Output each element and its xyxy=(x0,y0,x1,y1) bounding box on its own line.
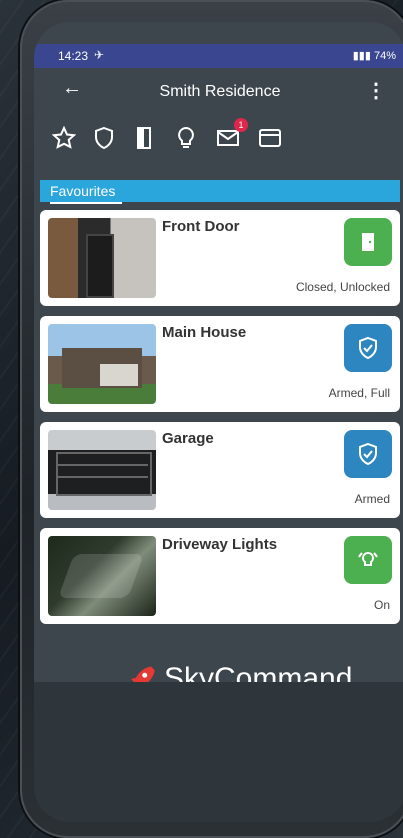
star-icon xyxy=(51,125,77,149)
card-name: Front Door xyxy=(162,218,240,235)
lights-status-button[interactable] xyxy=(344,536,392,584)
card-name: Garage xyxy=(162,430,214,447)
screen: 14:23 ✈ ▮▮▮ 74% ← Smith Residence ⋮ 1 Fa… xyxy=(34,22,403,822)
message-badge: 1 xyxy=(234,118,248,132)
page-title: Smith Residence xyxy=(159,83,281,100)
web-icon xyxy=(259,129,281,147)
shield-check-icon xyxy=(359,442,377,466)
tab-doors[interactable] xyxy=(132,126,156,150)
door-icon xyxy=(137,127,151,149)
card-garage[interactable]: Garage Armed xyxy=(40,422,400,518)
shield-icon xyxy=(95,126,113,150)
status-time: 14:23 xyxy=(58,49,89,63)
status-right: ▮▮▮ 74% xyxy=(353,49,396,62)
bulb-icon xyxy=(178,126,194,148)
tab-web[interactable] xyxy=(258,126,282,150)
tab-favourites[interactable] xyxy=(51,125,77,150)
send-icon: ✈ xyxy=(94,48,105,62)
bottom-area xyxy=(34,682,403,822)
battery-text: 74% xyxy=(373,50,396,62)
bulb-on-icon xyxy=(358,551,378,566)
card-name: Main House xyxy=(162,324,247,341)
card-name: Driveway Lights xyxy=(162,536,278,553)
door-status-button[interactable] xyxy=(344,218,392,266)
card-main-house[interactable]: Main House Armed, Full xyxy=(40,316,400,412)
front-door-image xyxy=(48,218,156,298)
security-status-button[interactable] xyxy=(344,324,392,372)
driveway-image xyxy=(48,536,156,616)
app-bar: ← Smith Residence ⋮ xyxy=(34,68,403,114)
card-status: Closed, Unlocked xyxy=(295,280,390,294)
card-status: On xyxy=(373,598,390,612)
card-driveway-lights[interactable]: Driveway Lights On xyxy=(40,528,400,624)
garage-image xyxy=(48,430,156,510)
card-front-door[interactable]: Front Door Closed, Unlocked xyxy=(40,210,400,306)
main-house-image xyxy=(48,324,156,404)
section-header: Favourites xyxy=(40,180,400,204)
phone-frame: 14:23 ✈ ▮▮▮ 74% ← Smith Residence ⋮ 1 Fa… xyxy=(20,0,403,838)
shield-check-icon xyxy=(359,336,377,360)
garage-status-button[interactable] xyxy=(344,430,392,478)
tab-lights[interactable] xyxy=(174,126,198,150)
tab-security[interactable] xyxy=(92,126,116,150)
section-label: Favourites xyxy=(50,183,116,199)
status-bar: 14:23 ✈ ▮▮▮ 74% xyxy=(34,44,403,68)
more-menu-icon[interactable]: ⋮ xyxy=(366,78,386,103)
tab-bar: 1 xyxy=(34,114,403,160)
signal-icon: ▮▮▮ xyxy=(352,50,371,62)
card-status: Armed, Full xyxy=(328,386,390,400)
door-icon xyxy=(362,233,374,251)
card-status: Armed xyxy=(354,492,390,506)
